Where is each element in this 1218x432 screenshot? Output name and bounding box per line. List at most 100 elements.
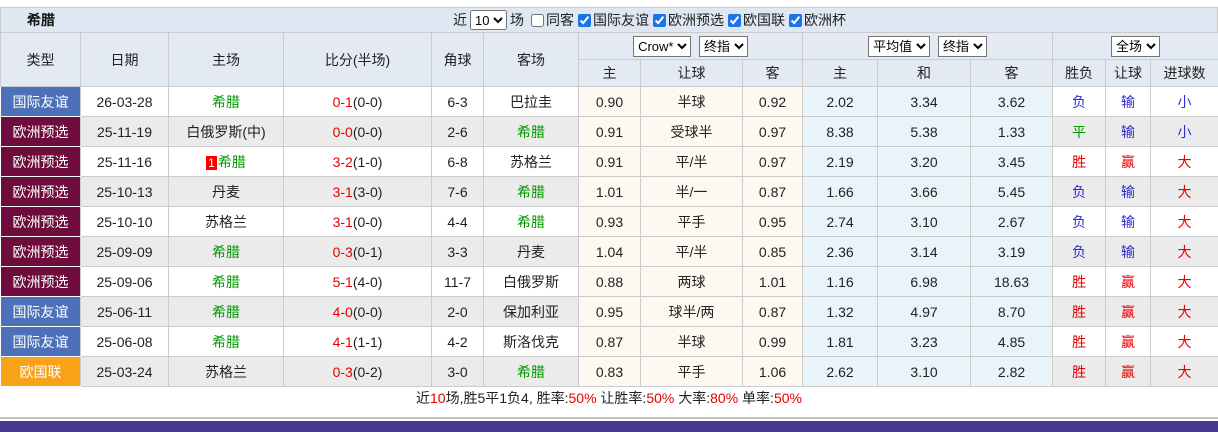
result-wl-cell: 胜 [1053, 357, 1106, 387]
euro-draw-odds-cell: 6.98 [878, 267, 971, 297]
euro-draw-odds-cell: 3.20 [878, 147, 971, 177]
filter-欧洲杯[interactable]: 欧洲杯 [789, 10, 846, 30]
col-home: 主场 [169, 33, 284, 87]
euro-away-odds-cell: 5.45 [971, 177, 1053, 207]
asia-away-odds-cell: 0.87 [743, 177, 803, 207]
corner-cell: 3-0 [432, 357, 484, 387]
filter-checkbox[interactable] [789, 14, 802, 27]
score-cell: 3-2(1-0) [284, 147, 432, 177]
summary-segment: 10 [430, 390, 446, 406]
asia-handicap-cell: 半/一 [641, 177, 743, 207]
table-row: 国际友谊26-03-28希腊0-1(0-0)6-3巴拉圭0.90半球0.922.… [1, 87, 1218, 117]
result-goals-cell: 大 [1151, 267, 1218, 297]
filter-同客[interactable]: 同客 [531, 10, 574, 30]
euro-draw-odds-cell: 3.10 [878, 207, 971, 237]
table-row: 国际友谊25-06-11希腊4-0(0-0)2-0保加利亚0.95球半/两0.8… [1, 297, 1218, 327]
filter-checkbox[interactable] [653, 14, 666, 27]
full-match-select[interactable]: 全场 [1111, 36, 1160, 57]
asia-away-odds-cell: 0.95 [743, 207, 803, 237]
result-wl-cell: 胜 [1053, 327, 1106, 357]
corner-cell: 6-3 [432, 87, 484, 117]
asia-handicap-cell: 半球 [641, 327, 743, 357]
filter-欧洲预选[interactable]: 欧洲预选 [653, 10, 724, 30]
asia-home-odds-cell: 0.91 [579, 147, 641, 177]
divider-line [0, 417, 1218, 419]
asia-home-odds-cell: 0.87 [579, 327, 641, 357]
corner-cell: 6-8 [432, 147, 484, 177]
fulltime-score: 0-1 [333, 94, 353, 110]
home-team-name: 白俄罗斯(中) [186, 124, 265, 140]
halftime-score: (0-1) [353, 244, 383, 260]
score-cell: 3-1(3-0) [284, 177, 432, 207]
home-team-cell: 希腊 [169, 327, 284, 357]
away-team-cell: 巴拉圭 [484, 87, 579, 117]
asian-final-select[interactable]: 终指 [699, 36, 748, 57]
match-type-badge: 欧洲预选 [1, 237, 81, 267]
home-team-name: 希腊 [212, 274, 240, 290]
fulltime-score: 4-0 [333, 304, 353, 320]
near-label: 近 [453, 10, 467, 30]
away-team-cell: 苏格兰 [484, 147, 579, 177]
away-team-cell: 希腊 [484, 177, 579, 207]
asia-away-odds-cell: 1.01 [743, 267, 803, 297]
col-type: 类型 [1, 33, 81, 87]
euro-final-select[interactable]: 终指 [938, 36, 987, 57]
corner-cell: 2-0 [432, 297, 484, 327]
summary-segment: 让胜率: [597, 390, 647, 406]
filter-checkbox[interactable] [531, 14, 544, 27]
asia-handicap-cell: 平/半 [641, 237, 743, 267]
result-wl-cell: 平 [1053, 117, 1106, 147]
halftime-score: (0-0) [353, 94, 383, 110]
away-team-name: 斯洛伐克 [503, 334, 559, 350]
match-type-badge: 欧洲预选 [1, 207, 81, 237]
result-goals-cell: 小 [1151, 117, 1218, 147]
col-asia-home: 主 [579, 60, 641, 87]
asia-away-odds-cell: 0.85 [743, 237, 803, 267]
rank-badge: 1 [206, 156, 217, 170]
halftime-score: (0-0) [353, 124, 383, 140]
result-handicap-cell: 输 [1106, 207, 1151, 237]
euro-home-odds-cell: 1.32 [803, 297, 878, 327]
filter-欧国联[interactable]: 欧国联 [728, 10, 785, 30]
home-team-name: 苏格兰 [205, 364, 247, 380]
filter-国际友谊[interactable]: 国际友谊 [578, 10, 649, 30]
asia-handicap-cell: 受球半 [641, 117, 743, 147]
euro-away-odds-cell: 3.62 [971, 87, 1053, 117]
home-team-cell: 希腊 [169, 237, 284, 267]
bookmaker-select[interactable]: Crow* [633, 36, 691, 57]
away-team-cell: 希腊 [484, 117, 579, 147]
date-cell: 26-03-28 [81, 87, 169, 117]
euro-home-odds-cell: 2.74 [803, 207, 878, 237]
result-group: 全场 [1053, 33, 1218, 60]
halftime-score: (0-0) [353, 304, 383, 320]
average-select[interactable]: 平均值 [868, 36, 930, 57]
match-history-table: 类型 日期 主场 比分(半场) 角球 客场 Crow* 终指 平均值 终指 全场 [0, 32, 1218, 387]
result-goals-cell: 大 [1151, 147, 1218, 177]
asia-home-odds-cell: 0.91 [579, 117, 641, 147]
score-cell: 0-1(0-0) [284, 87, 432, 117]
asia-away-odds-cell: 0.97 [743, 117, 803, 147]
result-handicap-cell: 输 [1106, 237, 1151, 267]
match-type-badge: 欧洲预选 [1, 147, 81, 177]
filter-checkbox[interactable] [578, 14, 591, 27]
table-row: 欧洲预选25-11-19白俄罗斯(中)0-0(0-0)2-6希腊0.91受球半0… [1, 117, 1218, 147]
score-cell: 4-1(1-1) [284, 327, 432, 357]
summary-segment: 大率: [674, 390, 710, 406]
score-cell: 0-3(0-1) [284, 237, 432, 267]
match-count-select[interactable]: 10 [470, 10, 507, 30]
date-cell: 25-11-19 [81, 117, 169, 147]
score-cell: 3-1(0-0) [284, 207, 432, 237]
col-euro-away: 客 [971, 60, 1053, 87]
euro-home-odds-cell: 1.81 [803, 327, 878, 357]
col-result-handicap: 让球 [1106, 60, 1151, 87]
result-handicap-cell: 输 [1106, 87, 1151, 117]
match-type-badge: 国际友谊 [1, 327, 81, 357]
matches-label: 场 [510, 10, 524, 30]
euro-draw-odds-cell: 3.66 [878, 177, 971, 207]
col-date: 日期 [81, 33, 169, 87]
date-cell: 25-09-09 [81, 237, 169, 267]
filter-checkbox[interactable] [728, 14, 741, 27]
euro-away-odds-cell: 4.85 [971, 327, 1053, 357]
asia-handicap-cell: 平/半 [641, 147, 743, 177]
result-handicap-cell: 输 [1106, 177, 1151, 207]
